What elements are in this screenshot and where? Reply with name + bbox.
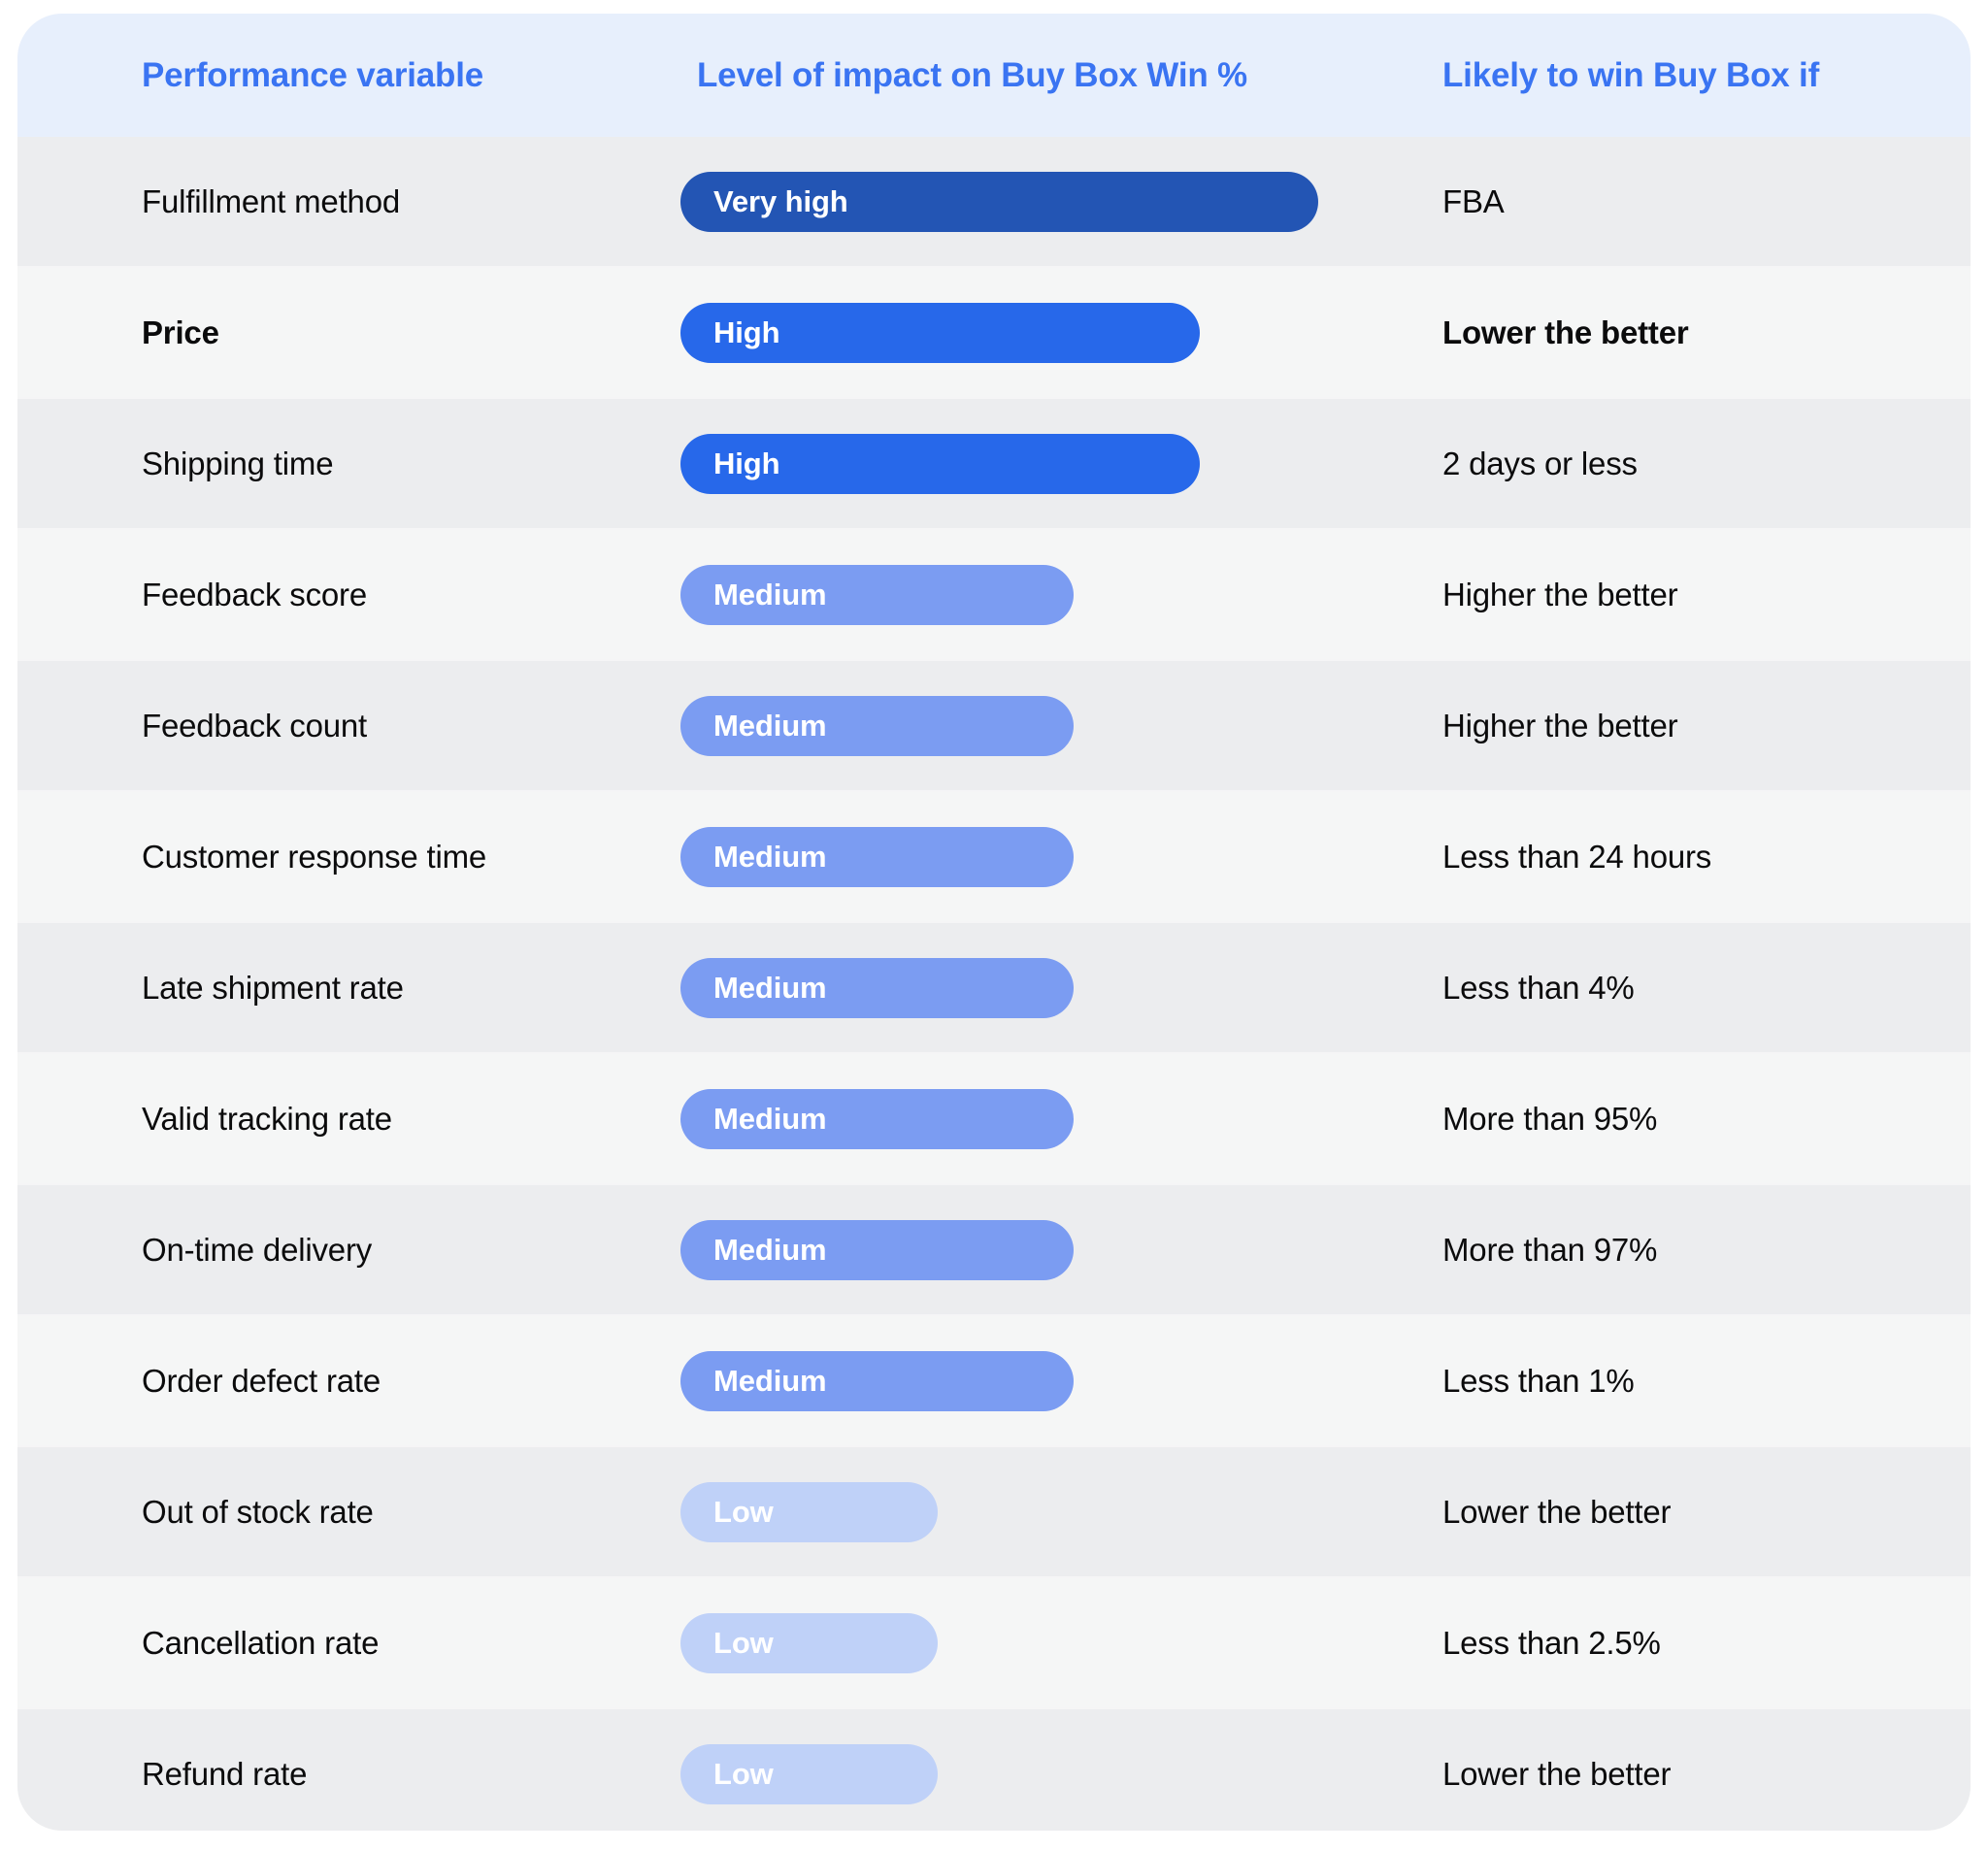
cell-level-of-impact: Low — [680, 1578, 938, 1707]
cell-win-condition: More than 95% — [1442, 1100, 1658, 1137]
impact-level-pill: Medium — [680, 564, 1074, 625]
table-header-row: Performance variable Level of impact on … — [17, 14, 1971, 137]
cell-win-condition: Less than 24 hours — [1442, 838, 1712, 875]
impact-level-pill: Very high — [680, 171, 1318, 232]
impact-level-pill: High — [680, 433, 1200, 494]
column-header-level-of-impact: Level of impact on Buy Box Win % — [697, 55, 1247, 94]
cell-win-condition: Lower the better — [1442, 1493, 1672, 1530]
cell-level-of-impact: Medium — [680, 923, 1074, 1052]
cell-performance-variable: Shipping time — [142, 445, 334, 481]
table-row: Feedback score Medium Higher the better — [17, 530, 1971, 659]
cell-performance-variable: Fulfillment method — [142, 182, 401, 219]
cell-level-of-impact: Medium — [680, 1316, 1074, 1445]
cell-performance-variable: Valid tracking rate — [142, 1100, 392, 1137]
cell-win-condition: Higher the better — [1442, 576, 1678, 612]
impact-level-pill: High — [680, 302, 1200, 363]
table-row: Order defect rate Medium Less than 1% — [17, 1316, 1971, 1445]
cell-win-condition: Higher the better — [1442, 707, 1678, 744]
impact-level-pill: Medium — [680, 826, 1074, 887]
cell-level-of-impact: Medium — [680, 661, 1074, 790]
impact-level-pill: Low — [680, 1481, 938, 1542]
table-row: Customer response time Medium Less than 24… — [17, 792, 1971, 921]
table-row: Shipping time High 2 days or less — [17, 399, 1971, 528]
cell-performance-variable: Refund rate — [142, 1755, 308, 1792]
cell-win-condition: Less than 1% — [1442, 1362, 1635, 1399]
table-row: Fulfillment method Very high FBA — [17, 137, 1971, 266]
cell-performance-variable: Price — [142, 314, 219, 350]
table-row: Cancellation rate Low Less than 2.5% — [17, 1578, 1971, 1707]
buy-box-impact-table-card: Performance variable Level of impact on … — [17, 14, 1971, 1831]
table-row: Refund rate Low Lower the better — [17, 1709, 1971, 1831]
cell-level-of-impact: Medium — [680, 530, 1074, 659]
cell-performance-variable: Feedback score — [142, 576, 367, 612]
cell-win-condition: FBA — [1442, 182, 1505, 219]
cell-win-condition: More than 97% — [1442, 1231, 1658, 1268]
cell-level-of-impact: High — [680, 399, 1200, 528]
cell-win-condition: Less than 4% — [1442, 969, 1635, 1006]
table-row: Valid tracking rate Medium More than 95% — [17, 1054, 1971, 1183]
cell-win-condition: Lower the better — [1442, 1755, 1672, 1792]
cell-level-of-impact: Very high — [680, 137, 1318, 266]
table-row: Feedback count Medium Higher the better — [17, 661, 1971, 790]
cell-level-of-impact: Medium — [680, 1054, 1074, 1183]
cell-level-of-impact: High — [680, 268, 1200, 397]
cell-performance-variable: Order defect rate — [142, 1362, 381, 1399]
cell-performance-variable: Out of stock rate — [142, 1493, 374, 1530]
table-row: Out of stock rate Low Lower the better — [17, 1447, 1971, 1576]
impact-level-pill: Medium — [680, 1350, 1074, 1411]
cell-performance-variable: Late shipment rate — [142, 969, 404, 1006]
table-body: Fulfillment method Very high FBA Price High L… — [17, 137, 1971, 1831]
impact-level-pill: Medium — [680, 695, 1074, 756]
cell-win-condition: Less than 2.5% — [1442, 1624, 1661, 1661]
cell-level-of-impact: Low — [680, 1447, 938, 1576]
cell-win-condition: Lower the better — [1442, 314, 1689, 350]
cell-level-of-impact: Medium — [680, 1185, 1074, 1314]
cell-performance-variable: Cancellation rate — [142, 1624, 380, 1661]
impact-level-pill: Low — [680, 1743, 938, 1804]
column-header-performance-variable: Performance variable — [142, 55, 484, 94]
table-row: Late shipment rate Medium Less than 4% — [17, 923, 1971, 1052]
table-row: On-time delivery Medium More than 97% — [17, 1185, 1971, 1314]
impact-level-pill: Medium — [680, 1219, 1074, 1280]
table-row: Price High Lower the better — [17, 268, 1971, 397]
cell-level-of-impact: Low — [680, 1709, 938, 1831]
column-header-likely-to-win: Likely to win Buy Box if — [1442, 55, 1820, 94]
cell-level-of-impact: Medium — [680, 792, 1074, 921]
cell-win-condition: 2 days or less — [1442, 445, 1638, 481]
cell-performance-variable: On-time delivery — [142, 1231, 373, 1268]
cell-performance-variable: Customer response time — [142, 838, 487, 875]
impact-level-pill: Medium — [680, 1088, 1074, 1149]
impact-level-pill: Medium — [680, 957, 1074, 1018]
cell-performance-variable: Feedback count — [142, 707, 368, 744]
impact-level-pill: Low — [680, 1612, 938, 1673]
